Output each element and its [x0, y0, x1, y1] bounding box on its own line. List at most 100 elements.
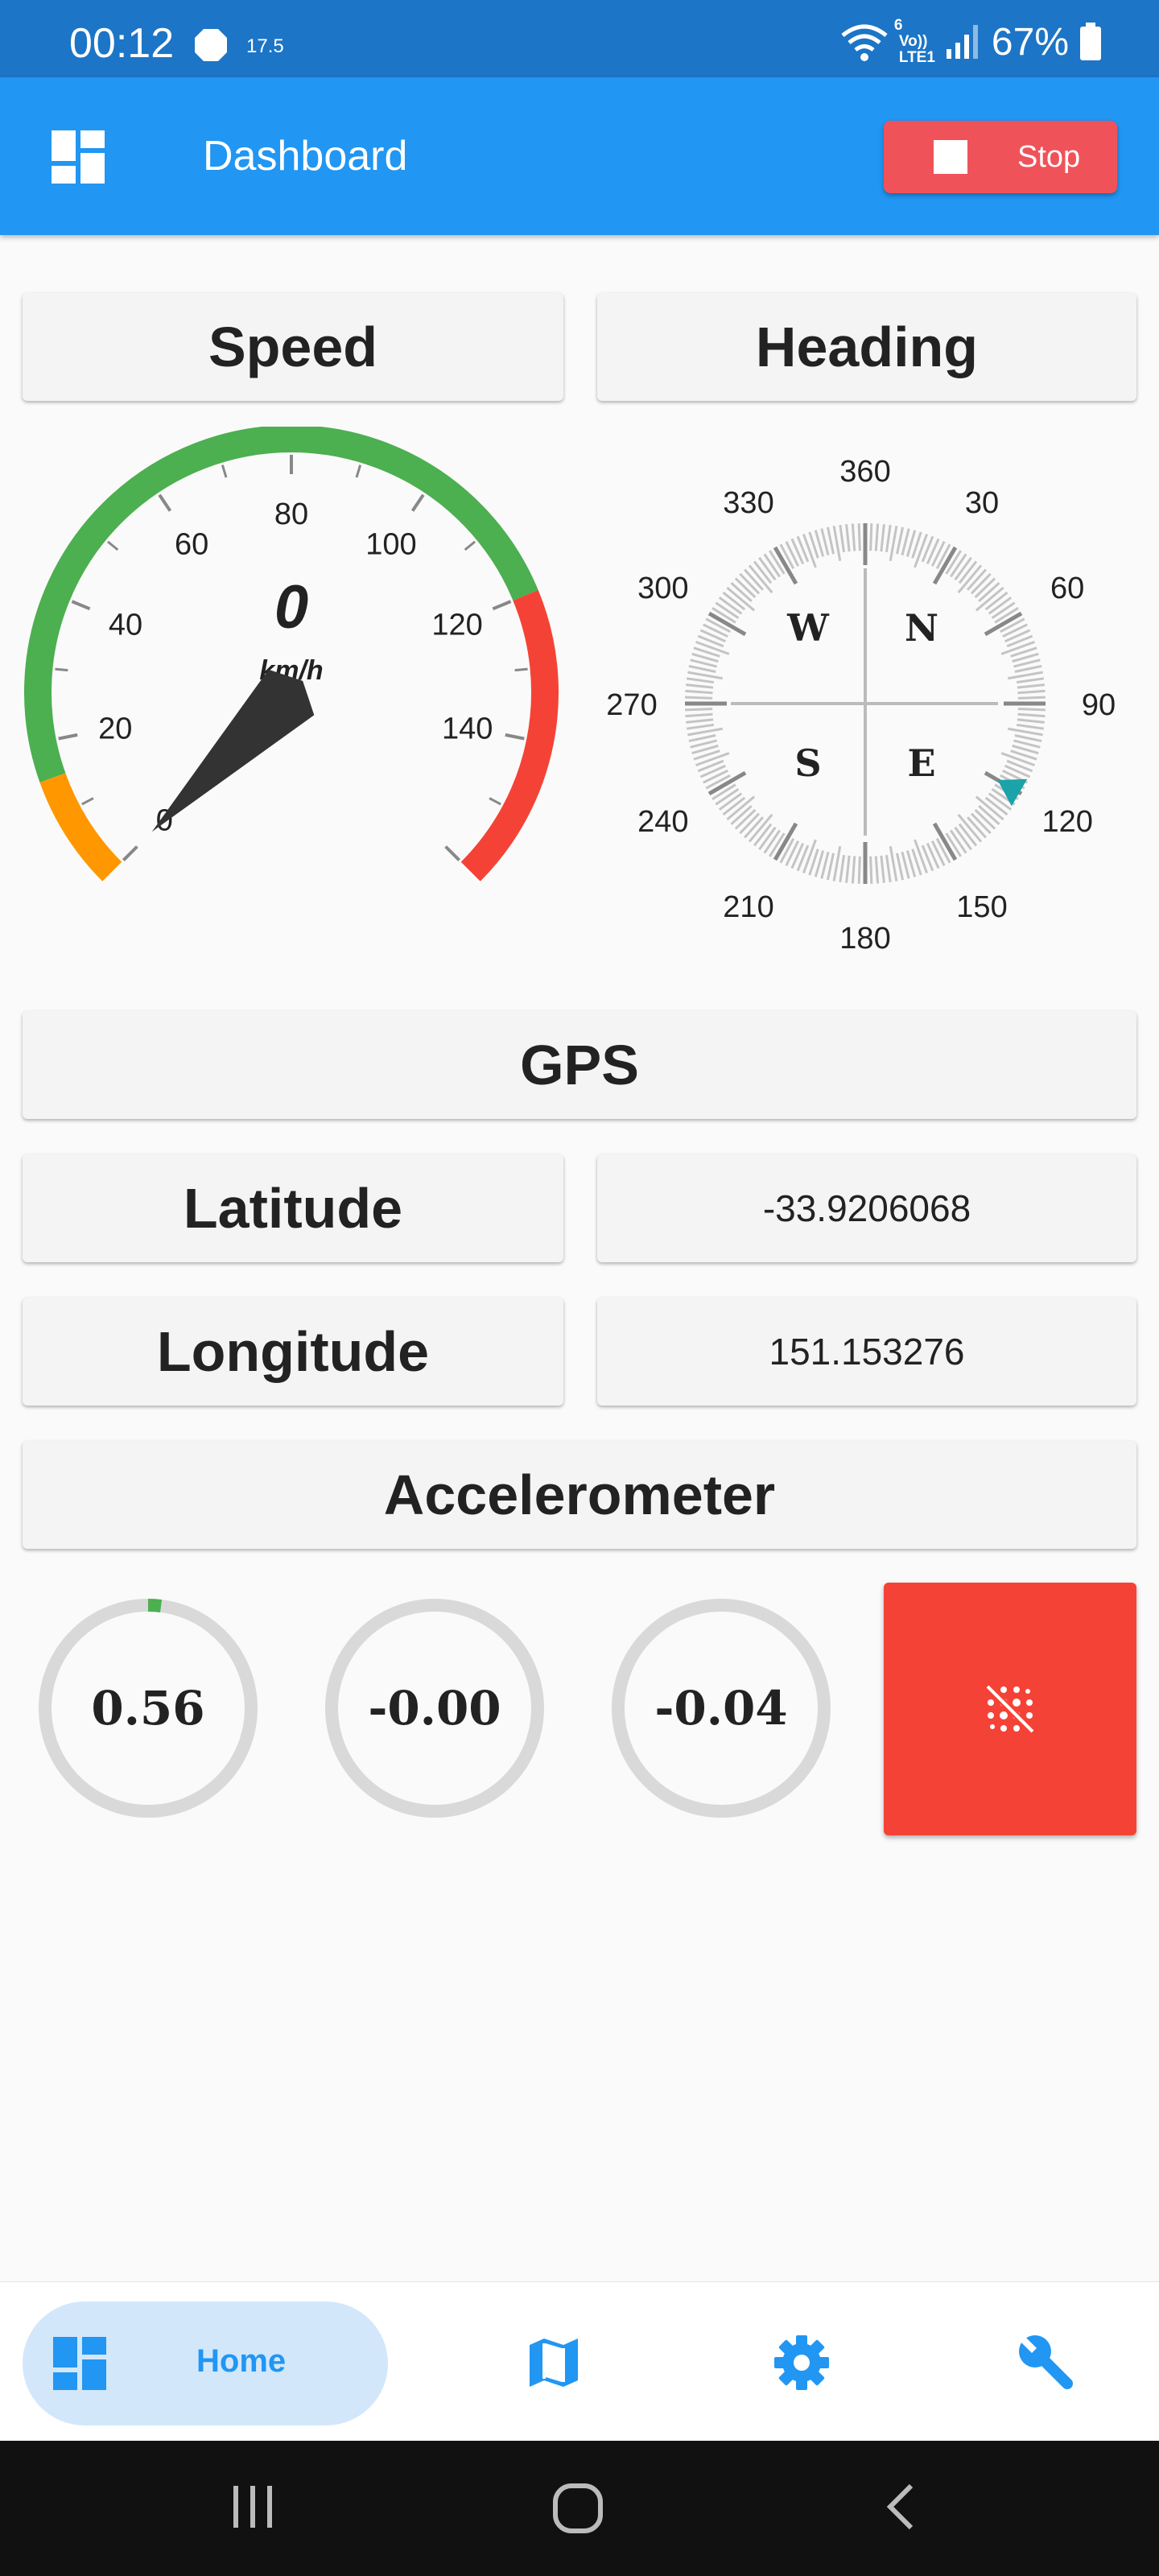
compass-degree-label: 240 — [637, 805, 688, 839]
accelerometer-header: Accelerometer — [23, 1441, 1136, 1549]
compass-degree-label: 180 — [839, 922, 890, 956]
stop-label: Stop — [1017, 139, 1081, 174]
settings-icon[interactable] — [773, 2334, 831, 2392]
compass-tick — [1016, 677, 1045, 684]
compass-tick — [686, 723, 715, 730]
system-navigation-bar — [0, 2441, 1159, 2576]
compass-tick — [832, 526, 842, 561]
compass-degree-label: 270 — [606, 688, 657, 722]
compass-tick — [874, 856, 880, 884]
compass-tick — [1002, 623, 1028, 638]
speed-tick — [58, 733, 78, 741]
latitude-value: -33.9206068 — [597, 1154, 1136, 1262]
compass-tick — [685, 712, 713, 718]
map-icon[interactable] — [525, 2334, 583, 2392]
compass-tick — [686, 677, 715, 684]
compass-tick — [1017, 689, 1046, 695]
compass-tick — [685, 689, 713, 695]
compass-tick — [1000, 752, 1036, 767]
nav-home-tab[interactable]: Home — [23, 2301, 388, 2425]
record-octagon-icon — [195, 29, 227, 61]
compass-tick — [685, 696, 713, 700]
compass-tick — [832, 846, 842, 881]
speed-header: Speed — [23, 293, 563, 401]
stop-button[interactable]: Stop — [884, 121, 1117, 193]
compass-tick — [845, 855, 851, 883]
compass-tick — [802, 533, 817, 568]
compass-tick — [1017, 718, 1045, 724]
compass-tick — [914, 533, 929, 568]
compass-tick — [1014, 734, 1042, 743]
status-right-group: 6 Vo)) LTE1 67% — [839, 18, 1103, 66]
blur-off-icon — [984, 1683, 1036, 1735]
speed-tick-label: 20 — [98, 712, 132, 746]
compass-tick — [687, 727, 723, 737]
speedometer-gauge: 020406080100120140 0 km/h — [24, 427, 559, 881]
compass-west: W — [786, 606, 830, 650]
recents-icon[interactable] — [227, 2481, 278, 2533]
stop-icon — [934, 140, 967, 174]
compass-gauge: W N S E 360 30 60 90 120 150 180 210 240 270 300 33… — [606, 455, 1116, 956]
compass-tick — [826, 526, 835, 555]
app-bar: Dashboard Stop — [0, 77, 1159, 235]
network-lte: LTE1 — [898, 49, 935, 66]
dashboard-icon — [53, 2337, 106, 2390]
accel-x-ring: 0.56 — [39, 1599, 258, 1818]
network-volte: Vo)) — [898, 33, 928, 50]
speed-tick — [410, 493, 425, 512]
speed-tick — [158, 493, 172, 512]
compass-tick — [695, 752, 730, 767]
compass-tick — [695, 640, 730, 655]
back-icon[interactable] — [881, 2481, 922, 2533]
compass-degree-label: 150 — [956, 890, 1007, 924]
battery-percent: 67% — [991, 20, 1069, 64]
compass-degree-label: 300 — [637, 572, 688, 605]
compass-tick — [869, 856, 873, 884]
compass-east: E — [907, 741, 935, 785]
accel-z-value: -0.04 — [654, 1681, 787, 1736]
speed-needle — [151, 669, 315, 832]
compass-tick — [1017, 696, 1046, 700]
wrench-icon[interactable] — [1017, 2334, 1075, 2392]
speed-value: 0 — [274, 573, 308, 642]
bottom-navigation: Home — [0, 2281, 1159, 2441]
compass-tick — [1017, 712, 1046, 718]
compass-tick — [889, 526, 898, 561]
speed-tick — [81, 797, 94, 806]
compass-tick — [688, 664, 716, 673]
compass-tick — [857, 523, 861, 551]
speed-tick-label: 140 — [442, 712, 493, 746]
speed-tick-label: 80 — [274, 497, 308, 531]
compass-degree-label: 60 — [1050, 572, 1084, 605]
home-icon[interactable] — [551, 2481, 605, 2536]
compass-tick — [839, 524, 846, 553]
status-small-text: 17.5 — [246, 35, 284, 57]
compass-tick — [826, 852, 835, 881]
compass-tick — [688, 734, 716, 743]
compass-tick — [880, 524, 885, 552]
compass-tick — [851, 856, 856, 884]
compass-tick — [687, 671, 723, 680]
compass-tick — [914, 839, 929, 874]
compass-tick — [1017, 683, 1045, 689]
speed-tick — [221, 464, 228, 478]
compass-tick — [1008, 727, 1043, 737]
heading-header: Heading — [597, 293, 1136, 401]
speed-tick-label: 40 — [109, 609, 142, 642]
compass-degree-label: 360 — [839, 455, 890, 489]
battery-icon — [1080, 23, 1101, 60]
gps-header: GPS — [23, 1011, 1136, 1119]
speed-tick — [71, 600, 91, 611]
dashboard-icon[interactable] — [52, 130, 105, 184]
speed-range-arc-0 — [39, 773, 122, 881]
compass-tick — [874, 523, 880, 551]
longitude-value: 151.153276 — [597, 1298, 1136, 1406]
compass-tick — [930, 541, 946, 567]
speed-tick — [355, 464, 362, 478]
compass-tick — [686, 683, 714, 689]
compass-tick — [839, 854, 846, 883]
compass-tick — [896, 852, 905, 881]
accel-z-ring: -0.04 — [612, 1599, 831, 1818]
sensor-off-button[interactable] — [884, 1583, 1136, 1835]
compass-south: S — [794, 741, 821, 785]
